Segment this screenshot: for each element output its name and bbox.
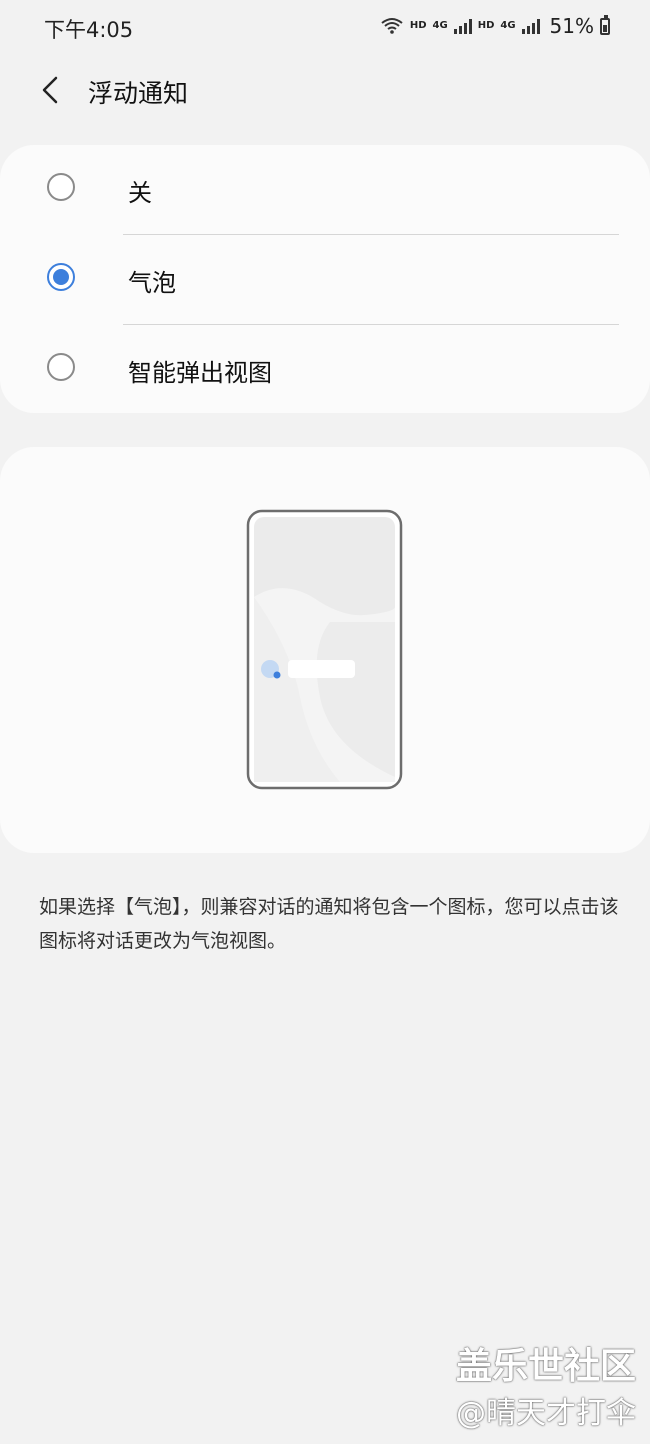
watermark-logo: 盖乐世社区 xyxy=(455,1346,636,1387)
network-type-2: 4G xyxy=(500,20,516,31)
battery-icon xyxy=(600,14,610,35)
watermark-author: @晴天才打伞 xyxy=(456,1396,636,1431)
phone-illustration xyxy=(246,509,403,790)
header: 浮动通知 xyxy=(0,60,650,122)
option-smart-popup[interactable]: 智能弹出视图 xyxy=(0,325,650,415)
wifi-icon xyxy=(381,18,403,34)
option-off[interactable]: 关 xyxy=(0,145,650,235)
options-card: 关 气泡 智能弹出视图 xyxy=(0,145,650,413)
radio-smart-popup[interactable] xyxy=(47,353,75,381)
option-bubble[interactable]: 气泡 xyxy=(0,235,650,325)
signal-icon xyxy=(453,18,472,34)
option-label: 智能弹出视图 xyxy=(128,359,272,387)
signal-icon-2 xyxy=(521,18,540,34)
option-label: 气泡 xyxy=(128,269,176,297)
page-title: 浮动通知 xyxy=(88,79,189,108)
preview-card xyxy=(0,447,650,853)
option-label: 关 xyxy=(128,179,152,207)
status-icons: HD 4G HD 4G 51% xyxy=(380,14,610,38)
back-button[interactable] xyxy=(30,70,70,110)
status-time: 下午4:05 xyxy=(44,18,134,42)
radio-bubble[interactable] xyxy=(47,263,75,291)
battery-percent: 51% xyxy=(549,14,594,38)
hd-indicator: HD xyxy=(409,20,427,31)
radio-off[interactable] xyxy=(47,173,75,201)
chevron-left-icon xyxy=(42,76,58,104)
description-text: 如果选择【气泡】，则兼容对话的通知将包含一个图标，您可以点击该图标将对话更改为气… xyxy=(39,896,619,952)
network-type: 4G xyxy=(432,20,448,31)
status-bar: 下午4:05 HD 4G HD 4G 51% xyxy=(0,0,650,56)
hd-indicator-2: HD xyxy=(477,20,495,31)
